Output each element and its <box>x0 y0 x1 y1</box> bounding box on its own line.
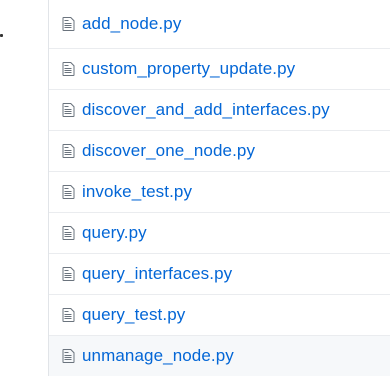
file-row[interactable]: query_interfaces.py <box>49 253 390 294</box>
file-link[interactable]: discover_one_node.py <box>82 141 255 161</box>
file-link[interactable]: unmanage_node.py <box>82 346 234 366</box>
bullet-dot <box>0 34 3 37</box>
file-link[interactable]: query.py <box>82 223 147 243</box>
file-list: add_node.py custom_property_update.py di… <box>48 0 390 376</box>
file-text-icon <box>62 61 75 77</box>
file-row[interactable]: query_test.py <box>49 294 390 335</box>
file-link[interactable]: query_interfaces.py <box>82 264 232 284</box>
file-text-icon <box>62 266 75 282</box>
file-link[interactable]: custom_property_update.py <box>82 59 295 79</box>
file-text-icon <box>62 143 75 159</box>
file-row[interactable]: invoke_test.py <box>49 171 390 212</box>
file-row[interactable]: unmanage_node.py <box>49 335 390 376</box>
file-row[interactable]: discover_and_add_interfaces.py <box>49 89 390 130</box>
file-text-icon <box>62 225 75 241</box>
file-link[interactable]: add_node.py <box>82 14 181 34</box>
file-link[interactable]: invoke_test.py <box>82 182 192 202</box>
file-row[interactable]: custom_property_update.py <box>49 48 390 89</box>
file-text-icon <box>62 102 75 118</box>
file-row[interactable]: discover_one_node.py <box>49 130 390 171</box>
file-link[interactable]: query_test.py <box>82 305 185 325</box>
file-text-icon <box>62 16 75 32</box>
file-row[interactable]: query.py <box>49 212 390 253</box>
file-text-icon <box>62 307 75 323</box>
file-text-icon <box>62 184 75 200</box>
file-row[interactable]: add_node.py <box>49 0 390 48</box>
file-text-icon <box>62 348 75 364</box>
file-link[interactable]: discover_and_add_interfaces.py <box>82 100 330 120</box>
